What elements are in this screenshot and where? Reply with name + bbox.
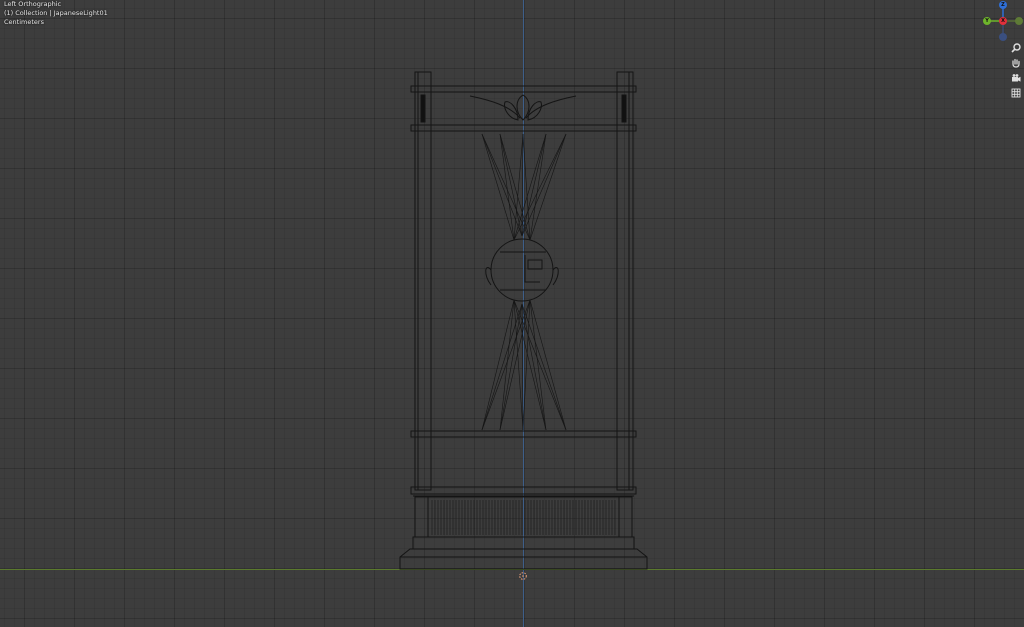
ray-line: [481, 133, 515, 241]
grid-icon: [1011, 88, 1021, 98]
base-slats: [431, 500, 616, 535]
middle-beam: [410, 430, 637, 438]
ray-line: [529, 133, 567, 241]
ray-line: [529, 299, 567, 431]
star-rays: [481, 133, 567, 431]
ray-line: [521, 303, 547, 431]
ray-line: [499, 133, 515, 241]
left-post: [414, 71, 432, 491]
ray-line: [521, 303, 567, 431]
plinth-top: [412, 536, 635, 550]
camera-tool-button[interactable]: [1009, 71, 1023, 85]
zoom-tool-button[interactable]: [1009, 41, 1023, 55]
right-post: [616, 71, 634, 491]
ray-line: [521, 133, 524, 237]
ray-line: [499, 299, 515, 431]
right-slot: [621, 94, 627, 123]
hand-icon: [1012, 58, 1020, 68]
ray-line: [499, 299, 531, 431]
ray-line: [522, 133, 531, 241]
ray-line: [522, 299, 531, 431]
gizmo-neg-y-ball[interactable]: [1015, 17, 1023, 25]
lantern-wireframe[interactable]: [0, 0, 1024, 627]
ray-line: [499, 133, 531, 241]
object-origin[interactable]: [519, 565, 527, 580]
slatted-base: [414, 496, 633, 538]
top-beam: [410, 85, 637, 93]
upper-beam: [410, 124, 637, 132]
gizmo-neg-z-ball[interactable]: [999, 33, 1007, 41]
pan-tool-button[interactable]: [1009, 56, 1023, 70]
ray-line: [521, 133, 547, 237]
ray-line: [481, 299, 515, 431]
navigation-gizmo[interactable]: Z Y X: [980, 0, 1024, 44]
gizmo-x-ball[interactable]: X: [999, 17, 1007, 25]
left-slot: [420, 94, 426, 123]
emblem-circle: [490, 238, 554, 302]
ray-line: [529, 133, 547, 241]
ray-line: [521, 133, 567, 237]
gizmo-y-ball[interactable]: Y: [983, 17, 991, 25]
gizmo-z-ball[interactable]: Z: [999, 1, 1007, 9]
ortho-toggle-button[interactable]: [1009, 86, 1023, 100]
base-beam: [410, 486, 637, 495]
magnifier-icon: [1011, 43, 1021, 53]
camera-icon: [1012, 74, 1021, 82]
